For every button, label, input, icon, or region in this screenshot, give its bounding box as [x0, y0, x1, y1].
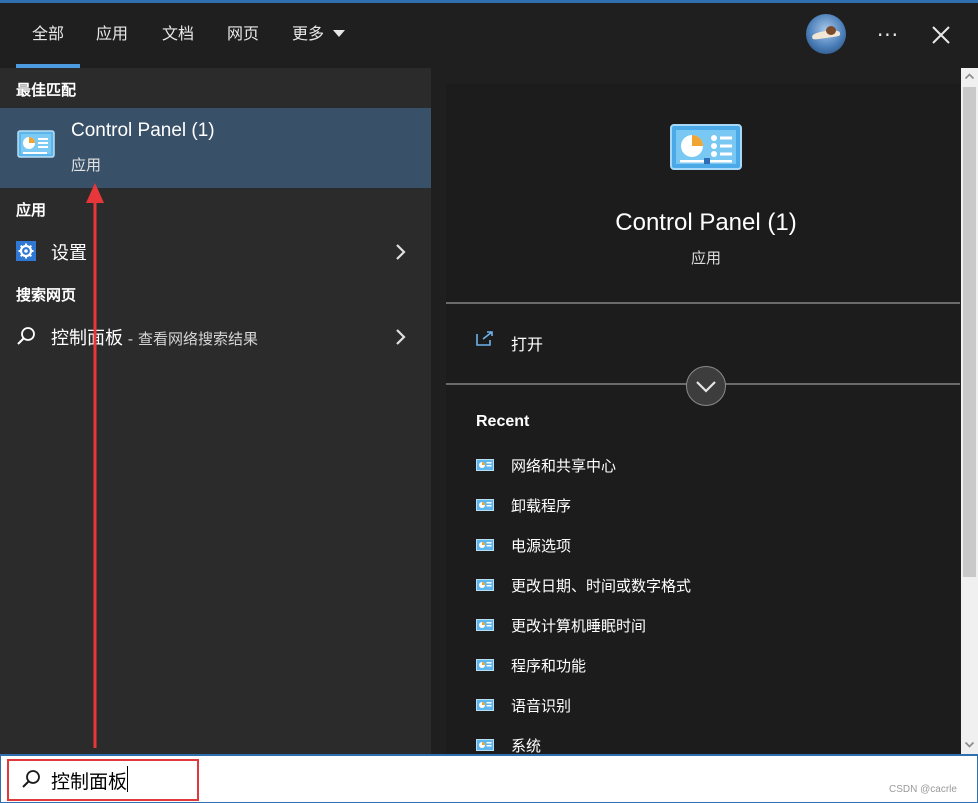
tab-documents-label: 文档: [162, 24, 195, 43]
recent-item[interactable]: 卸载程序: [476, 489, 946, 523]
chevron-right-icon[interactable]: [394, 243, 406, 261]
recent-item-label: 网络和共享中心: [511, 457, 617, 475]
best-match-title: Control Panel (1): [71, 120, 215, 141]
best-match-result[interactable]: Control Panel (1) 应用: [0, 108, 431, 188]
avatar-bird-head: [826, 26, 836, 35]
recent-item-label: 卸载程序: [511, 497, 572, 515]
control-panel-small-icon: [476, 737, 494, 751]
scrollbar-thumb[interactable]: [963, 87, 976, 577]
recent-item-label: 更改日期、时间或数字格式: [511, 577, 692, 595]
search-bar: CSDN @cacrle: [0, 754, 978, 803]
recent-item-label: 程序和功能: [511, 657, 587, 675]
settings-label: 设置: [51, 243, 87, 264]
tab-web-label: 网页: [227, 24, 260, 43]
close-icon[interactable]: [925, 17, 957, 53]
divider: [446, 302, 960, 304]
control-panel-small-icon: [476, 617, 494, 631]
control-panel-icon: [17, 130, 55, 160]
open-label: 打开: [511, 335, 544, 354]
recent-item[interactable]: 更改日期、时间或数字格式: [476, 569, 946, 603]
app-result-settings[interactable]: 设置: [0, 231, 431, 271]
best-match-heading: 最佳匹配: [16, 81, 77, 99]
tab-apps[interactable]: 应用: [96, 3, 128, 68]
results-pane: 最佳匹配 Control Panel (1) 应用 应用 设置 搜索网页 控制面…: [0, 68, 431, 754]
gear-icon: [16, 241, 36, 261]
control-panel-small-icon: [476, 457, 494, 471]
text-caret: [127, 766, 128, 792]
control-panel-small-icon: [476, 657, 494, 671]
control-panel-small-icon: [476, 497, 494, 511]
recent-item[interactable]: 语音识别: [476, 689, 946, 723]
scroll-down-icon[interactable]: [961, 736, 978, 753]
best-match-subtitle: 应用: [71, 156, 102, 174]
recent-item[interactable]: 网络和共享中心: [476, 449, 946, 483]
recent-item-label: 语音识别: [511, 697, 572, 715]
filter-tab-bar: 全部 应用 文档 网页 更多 ···: [0, 3, 978, 68]
more-options-icon[interactable]: ···: [872, 17, 904, 53]
control-panel-small-icon: [476, 577, 494, 591]
search-icon: [16, 326, 36, 346]
recent-item[interactable]: 电源选项: [476, 529, 946, 563]
web-search-text: 控制面板 - 查看网络搜索结果: [51, 324, 258, 350]
open-action[interactable]: 打开: [446, 322, 960, 362]
web-search-suffix: - 查看网络搜索结果: [123, 330, 258, 348]
tab-apps-label: 应用: [96, 24, 129, 43]
tab-web[interactable]: 网页: [227, 3, 259, 68]
caret-down-icon: [333, 30, 345, 37]
search-icon: [21, 769, 41, 789]
web-search-heading: 搜索网页: [16, 286, 77, 304]
search-input[interactable]: [51, 764, 651, 796]
user-avatar[interactable]: [806, 14, 846, 54]
apps-heading: 应用: [16, 201, 47, 219]
scroll-up-icon[interactable]: [961, 68, 978, 85]
recent-item-label: 更改计算机睡眠时间: [511, 617, 647, 635]
expand-button[interactable]: [686, 366, 726, 406]
tab-more[interactable]: 更多: [292, 3, 350, 68]
watermark: CSDN @cacrle: [889, 784, 957, 795]
tab-more-label: 更多: [292, 24, 325, 43]
open-external-icon: [476, 330, 494, 346]
preview-scrollbar[interactable]: [961, 68, 978, 754]
control-panel-small-icon: [476, 697, 494, 711]
preview-title: Control Panel (1): [615, 209, 797, 236]
control-panel-large-icon: [670, 124, 742, 172]
preview-header: Control Panel (1) 应用: [446, 84, 960, 302]
recent-item[interactable]: 程序和功能: [476, 649, 946, 683]
preview-subtitle: 应用: [690, 249, 721, 267]
recent-item-label: 电源选项: [511, 537, 572, 555]
chevron-right-icon[interactable]: [394, 328, 406, 346]
chevron-down-icon: [696, 381, 716, 393]
recent-item[interactable]: 更改计算机睡眠时间: [476, 609, 946, 643]
control-panel-small-icon: [476, 537, 494, 551]
recent-item-label: 系统: [511, 737, 542, 755]
tab-all[interactable]: 全部: [16, 3, 80, 68]
recent-heading: Recent: [476, 413, 530, 430]
tab-documents[interactable]: 文档: [162, 3, 194, 68]
web-search-result[interactable]: 控制面板 - 查看网络搜索结果: [0, 316, 431, 356]
web-search-query: 控制面板: [51, 328, 123, 349]
preview-pane: Control Panel (1) 应用 打开 Recent 网络和共享中心 卸…: [446, 84, 960, 755]
tab-all-label: 全部: [31, 24, 64, 43]
